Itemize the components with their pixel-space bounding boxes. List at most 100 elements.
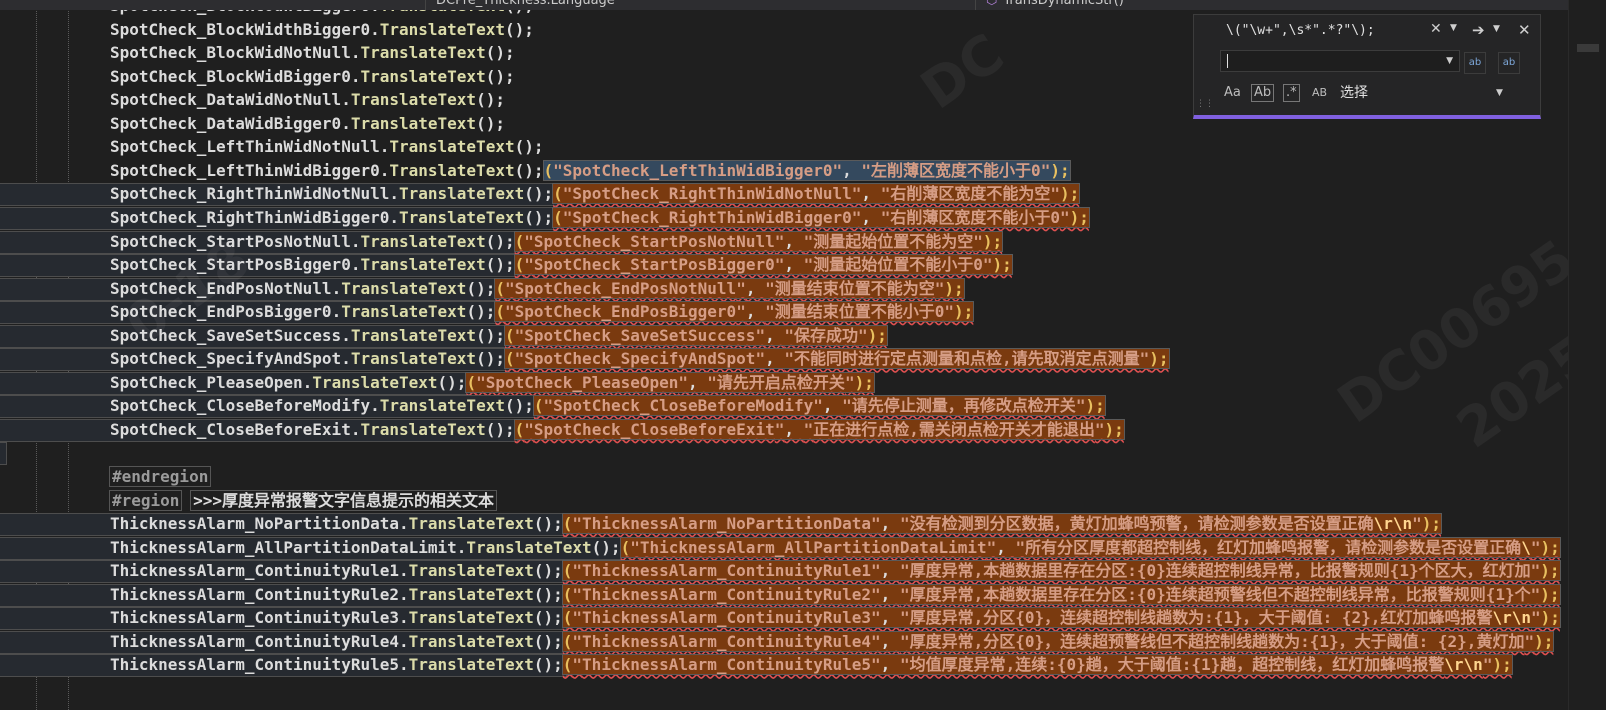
string-quote: " — [784, 349, 794, 369]
search-history-chevron-down-icon[interactable]: ▼ — [1450, 23, 1457, 33]
dot-token: . — [341, 90, 351, 110]
string-value: 测量起始位置不能小于0 — [813, 255, 983, 275]
find-input[interactable]: \("\w+",\s*".*?"\); — [1226, 21, 1460, 41]
string-quote: " — [871, 608, 881, 628]
code-text: SpotCheck_EndPosBigger0.TranslateText();… — [110, 300, 975, 323]
identifier: SpotCheck_SaveSetSuccess — [110, 325, 342, 345]
call-token: (); — [514, 137, 544, 157]
vertical-scrollbar[interactable] — [1568, 0, 1606, 710]
paren-token: ( — [504, 325, 515, 345]
file-scope-dropdown[interactable]: DCPre_Thickness.Language — [425, 0, 976, 10]
dot-token: . — [389, 184, 399, 204]
code-text: SpotCheck_LeftThinWidNotNull.TranslateTe… — [110, 135, 544, 158]
string-quote: " — [630, 537, 640, 557]
identifier: ThicknessAlarm_ContinuityRule2 — [110, 584, 399, 604]
replace-all-icon[interactable]: ab — [1498, 52, 1520, 74]
string-quote: " — [543, 396, 554, 416]
comma-token: , — [784, 231, 804, 251]
comma-token: , — [880, 561, 900, 581]
call-token: (); — [533, 514, 563, 534]
string-value: 左削薄区宽度不能小于0 — [871, 160, 1041, 180]
call-token: (); — [476, 113, 505, 133]
string-key: ThicknessAlarm_ContinuityRule5 — [582, 655, 872, 675]
method-name: TranslateText — [408, 561, 534, 581]
string-quote: " — [871, 631, 881, 651]
method-name: TranslateText — [379, 19, 505, 39]
string-quote: " — [1530, 584, 1541, 604]
string-key: SpotCheck_CloseBeforeExit — [533, 419, 775, 439]
watermark: DC00695 — [1326, 227, 1586, 436]
text-caret — [1227, 54, 1228, 68]
identifier: SpotCheck_EndPosBigger0 — [110, 302, 332, 322]
string-key: SpotCheck_EndPosBigger0 — [514, 302, 737, 322]
clear-search-icon[interactable]: ✕ — [1430, 21, 1442, 37]
whole-word-toggle[interactable]: Ab — [1251, 84, 1275, 102]
region-directive: #endregion — [108, 466, 212, 487]
call-token: (); — [485, 419, 515, 439]
dot-token: . — [398, 655, 409, 675]
watermark: DC — [909, 21, 1015, 122]
paren-token: ( — [562, 608, 573, 628]
member-scope-dropdown[interactable]: ⬡ TransDynamicStr() — [975, 0, 1196, 10]
dot-token: . — [331, 302, 342, 322]
comma-token: , — [861, 184, 881, 204]
string-quote: " — [986, 537, 997, 557]
method-name: TranslateText — [408, 608, 534, 628]
close-find-panel-icon[interactable]: ✕ — [1518, 21, 1531, 39]
call-token: (); — [504, 19, 534, 39]
string-quote: " — [562, 184, 573, 204]
escape-sequence: \r\n — [1444, 655, 1483, 675]
string-quote: " — [803, 419, 814, 439]
string-value: 厚度异常,分区{0}，连续超控制线趟数为:{1}，大于阈值: {2},红灯加蜂鸣… — [909, 608, 1493, 628]
replace-next-icon[interactable]: ab — [1464, 52, 1486, 74]
call-token: (); — [476, 349, 505, 369]
string-quote: " — [755, 325, 766, 345]
string-quote: " — [1524, 631, 1535, 651]
comma-token: , — [784, 419, 804, 439]
string-quote: " — [973, 231, 983, 251]
resize-grip-icon[interactable]: ⋮⋮ — [1196, 99, 1214, 109]
string-key: SpotCheck_SpecifyAndSpot — [524, 349, 756, 369]
string-quote: " — [1040, 160, 1051, 180]
dot-token: . — [398, 514, 409, 534]
preserve-case-toggle[interactable]: AB — [1312, 83, 1327, 103]
dot-token: . — [398, 608, 409, 628]
dot-token: . — [379, 137, 390, 157]
comma-token: , — [784, 255, 804, 275]
find-replace-panel: \("\w+",\s*".*?"\); ✕ ▼ ➔ ▼ ✕ ▼ ab ab Aa… — [1193, 14, 1541, 119]
string-quote: " — [871, 655, 881, 675]
match-case-toggle[interactable]: Aa — [1224, 83, 1241, 103]
find-next-arrow-right-icon[interactable]: ➔ — [1472, 21, 1485, 39]
paren-token: ( — [543, 160, 554, 180]
string-key: ThicknessAlarm_ContinuityRule3 — [582, 608, 872, 628]
code-text: SpotCheck_StartPosBigger0.TranslateText(… — [110, 253, 1013, 276]
inserted-argument: ("SpotCheck_CloseBeforeExit", "正在进行点检,需关… — [513, 418, 1125, 440]
string-quote: " — [861, 160, 872, 180]
string-quote: " — [572, 584, 583, 604]
string-key: SpotCheck_LeftThinWidBigger0 — [562, 160, 833, 180]
string-quote: " — [572, 631, 583, 651]
replace-history-chevron-down-icon[interactable]: ▼ — [1446, 56, 1453, 66]
call-token: (); — [485, 43, 515, 63]
string-quote: " — [678, 372, 689, 392]
inserted-argument: ("ThicknessAlarm_ContinuityRule5", "均值厚度… — [561, 654, 1513, 676]
regex-toggle[interactable]: .* — [1283, 84, 1300, 102]
scope-chevron-down-icon[interactable]: ▼ — [1496, 88, 1503, 98]
search-scope-dropdown[interactable]: 选择 — [1340, 83, 1368, 103]
string-quote: " — [1530, 608, 1541, 628]
replace-input[interactable]: ▼ — [1220, 50, 1460, 72]
call-token: (); — [524, 207, 554, 227]
identifier: SpotCheck_LeftThinWidBigger0 — [110, 160, 380, 180]
paren-token: ); — [944, 278, 964, 298]
identifier: SpotCheck_RightThinWidBigger0 — [110, 207, 390, 227]
paren-token: ); — [1069, 207, 1089, 227]
string-quote: " — [871, 584, 881, 604]
comma-token: , — [822, 396, 843, 416]
scroll-thumb[interactable] — [1577, 44, 1599, 52]
find-options-chevron-down-icon[interactable]: ▼ — [1493, 24, 1500, 34]
call-token: (); — [533, 584, 563, 604]
identifier: SpotCheck_CloseBeforeModify — [110, 396, 371, 416]
paren-token: ); — [1149, 349, 1169, 369]
inserted-argument: ("SpotCheck_StartPosBigger0", "测量起始位置不能小… — [513, 254, 1013, 276]
identifier: ThicknessAlarm_ContinuityRule1 — [110, 561, 399, 581]
